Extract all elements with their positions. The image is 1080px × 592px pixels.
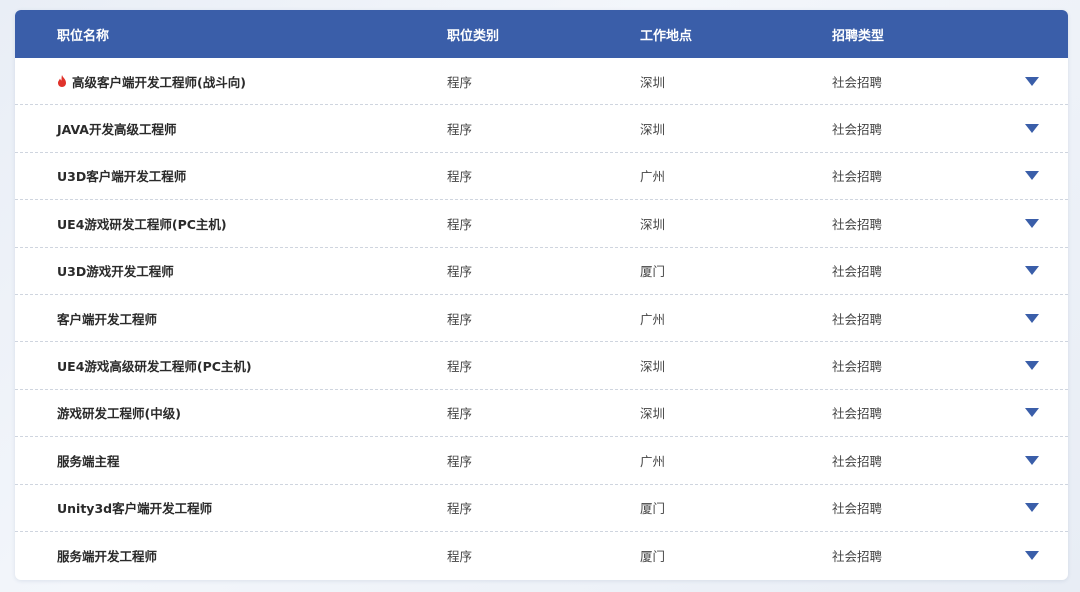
job-title[interactable]: U3D客户端开发工程师 bbox=[57, 166, 186, 185]
job-title[interactable]: 高级客户端开发工程师(战斗向) bbox=[57, 72, 246, 91]
job-title[interactable]: 客户端开发工程师 bbox=[57, 309, 157, 328]
table-row[interactable]: JAVA开发高级工程师 程序 深圳 社会招聘 bbox=[15, 105, 1068, 153]
job-title-text: 服务端开发工程师 bbox=[57, 549, 158, 565]
job-title-text: Unity3d客户端开发工程师 bbox=[57, 501, 213, 517]
job-recruit-type: 社会招聘 bbox=[832, 122, 883, 138]
table-row[interactable]: 服务端开发工程师 程序 厦门 社会招聘 bbox=[15, 532, 1068, 579]
job-category: 程序 bbox=[447, 359, 473, 375]
job-recruit-type: 社会招聘 bbox=[832, 264, 883, 280]
job-title-text: 高级客户端开发工程师(战斗向) bbox=[72, 74, 246, 90]
triangle-down-icon[interactable] bbox=[1025, 361, 1039, 371]
job-location: 深圳 bbox=[640, 406, 666, 422]
job-location: 广州 bbox=[640, 169, 666, 185]
job-recruit-type: 社会招聘 bbox=[832, 549, 883, 565]
job-title[interactable]: 服务端主程 bbox=[57, 451, 120, 470]
triangle-down-icon[interactable] bbox=[1025, 455, 1039, 465]
table-header: 职位名称 职位类别 工作地点 招聘类型 bbox=[15, 10, 1068, 58]
job-location: 深圳 bbox=[640, 216, 666, 232]
job-table: 职位名称 职位类别 工作地点 招聘类型 高级客户端开发工程师(战斗向) 程序 深圳社… bbox=[15, 10, 1068, 580]
job-category: 程序 bbox=[447, 74, 473, 90]
header-category: 职位类别 bbox=[447, 28, 500, 44]
table-row[interactable]: UE4游戏高级研发工程师(PC主机) 程序 深圳 社会招聘 bbox=[15, 342, 1068, 390]
job-category: 程序 bbox=[447, 406, 473, 422]
job-title-text: UE4游戏研发工程师(PC主机) bbox=[57, 216, 227, 232]
header-name: 职位名称 bbox=[57, 28, 110, 44]
job-title[interactable]: JAVA开发高级工程师 bbox=[57, 119, 176, 138]
table-row[interactable]: 客户端开发工程师 程序 广州 社会招聘 bbox=[15, 295, 1068, 343]
triangle-down-icon[interactable] bbox=[1025, 124, 1039, 134]
job-title-text: U3D游戏开发工程师 bbox=[57, 264, 174, 280]
job-location: 深圳 bbox=[640, 74, 666, 90]
job-location: 深圳 bbox=[640, 359, 666, 375]
job-location: 厦门 bbox=[640, 264, 666, 280]
job-location: 广州 bbox=[640, 453, 666, 469]
header-type: 招聘类型 bbox=[832, 28, 885, 44]
job-title[interactable]: 游戏研发工程师(中级) bbox=[57, 403, 181, 422]
job-recruit-type: 社会招聘 bbox=[832, 453, 883, 469]
job-title[interactable]: Unity3d客户端开发工程师 bbox=[57, 498, 212, 517]
job-title-text: U3D客户端开发工程师 bbox=[57, 169, 187, 185]
triangle-down-icon[interactable] bbox=[1025, 171, 1039, 181]
job-category: 程序 bbox=[447, 169, 473, 185]
job-location: 广州 bbox=[640, 311, 666, 327]
job-recruit-type: 社会招聘 bbox=[832, 169, 883, 185]
job-recruit-type: 社会招聘 bbox=[832, 406, 883, 422]
table-row[interactable]: 游戏研发工程师(中级) 程序 深圳 社会招聘 bbox=[15, 390, 1068, 438]
fire-icon bbox=[58, 75, 66, 88]
table-row[interactable]: 高级客户端开发工程师(战斗向) 程序 深圳 社会招聘 bbox=[15, 58, 1068, 106]
header-location: 工作地点 bbox=[640, 28, 693, 44]
job-title-text: 客户端开发工程师 bbox=[57, 311, 158, 327]
job-title[interactable]: UE4游戏研发工程师(PC主机) bbox=[57, 214, 227, 233]
job-title-text: 服务端主程 bbox=[57, 453, 120, 469]
triangle-down-icon[interactable] bbox=[1025, 76, 1039, 86]
table-row[interactable]: 服务端主程 程序 广州 社会招聘 bbox=[15, 437, 1068, 485]
job-recruit-type: 社会招聘 bbox=[832, 216, 883, 232]
triangle-down-icon[interactable] bbox=[1025, 551, 1039, 561]
table-body: 高级客户端开发工程师(战斗向) 程序 深圳 社会招聘 JAVA开发高级工程师 程序 深圳 社会… bbox=[15, 58, 1068, 579]
job-title[interactable]: 服务端开发工程师 bbox=[57, 546, 157, 565]
job-category: 程序 bbox=[447, 216, 473, 232]
job-title-text: JAVA开发高级工程师 bbox=[57, 122, 177, 138]
table-row[interactable]: Unity3d客户端开发工程师 程序 厦门 社会招聘 bbox=[15, 485, 1068, 532]
job-recruit-type: 社会招聘 bbox=[832, 359, 883, 375]
job-recruit-type: 社会招聘 bbox=[832, 311, 883, 327]
triangle-down-icon[interactable] bbox=[1025, 408, 1039, 418]
job-location: 深圳 bbox=[640, 122, 666, 138]
table-row[interactable]: U3D游戏开发工程师 程序 厦门 社会招聘 bbox=[15, 248, 1068, 295]
table-row[interactable]: UE4游戏研发工程师(PC主机) 程序 深圳 社会招聘 bbox=[15, 200, 1068, 248]
job-title-text: 游戏研发工程师(中级) bbox=[57, 406, 181, 422]
triangle-down-icon[interactable] bbox=[1025, 503, 1039, 513]
job-recruit-type: 社会招聘 bbox=[832, 501, 883, 517]
job-recruit-type: 社会招聘 bbox=[832, 74, 883, 90]
job-category: 程序 bbox=[447, 122, 473, 138]
triangle-down-icon[interactable] bbox=[1025, 313, 1039, 323]
job-title-text: UE4游戏高级研发工程师(PC主机) bbox=[57, 359, 252, 375]
job-title[interactable]: UE4游戏高级研发工程师(PC主机) bbox=[57, 356, 252, 375]
job-location: 厦门 bbox=[640, 501, 666, 517]
job-category: 程序 bbox=[447, 453, 473, 469]
job-location: 厦门 bbox=[640, 549, 666, 565]
job-category: 程序 bbox=[447, 264, 473, 280]
triangle-down-icon[interactable] bbox=[1025, 266, 1039, 276]
triangle-down-icon[interactable] bbox=[1025, 218, 1039, 228]
table-row[interactable]: U3D客户端开发工程师 程序 广州 社会招聘 bbox=[15, 153, 1068, 201]
job-category: 程序 bbox=[447, 311, 473, 327]
job-category: 程序 bbox=[447, 549, 473, 565]
job-title[interactable]: U3D游戏开发工程师 bbox=[57, 261, 174, 280]
job-category: 程序 bbox=[447, 501, 473, 517]
